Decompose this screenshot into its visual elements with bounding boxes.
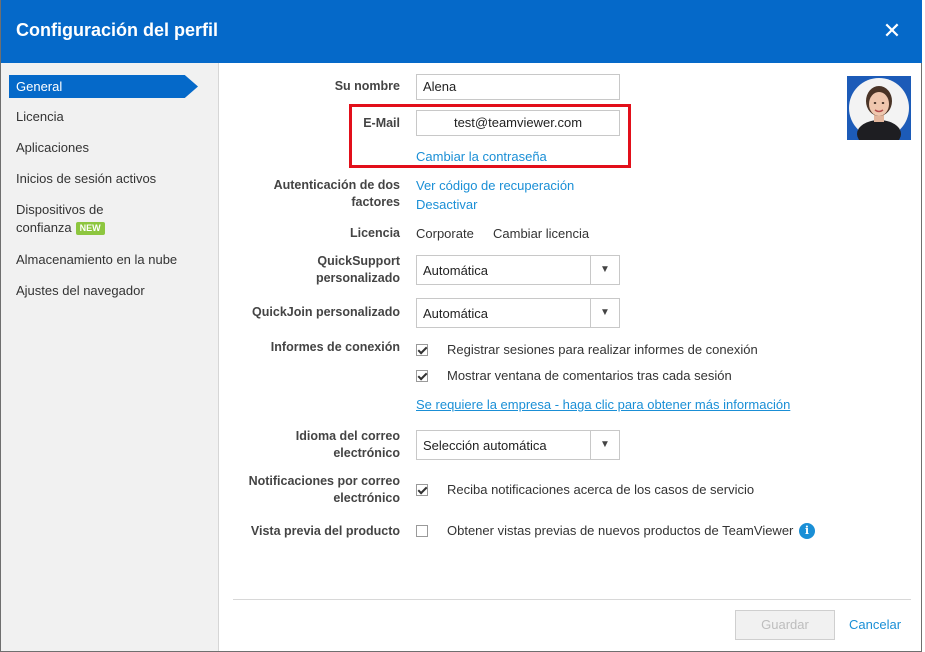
chevron-down-icon: ▼: [590, 256, 619, 284]
quickjoin-select[interactable]: Automática ▼: [416, 298, 620, 328]
register-sessions-text: Registrar sesiones para realizar informe…: [447, 342, 758, 357]
new-badge: NEW: [75, 222, 105, 235]
name-field[interactable]: Alena: [416, 74, 620, 100]
close-icon[interactable]: ✕: [881, 20, 903, 42]
sidebar-item-label: Ajustes del navegador: [16, 283, 145, 298]
email-language-label: Idioma del correo electrónico: [200, 428, 400, 462]
cancel-button[interactable]: Cancelar: [849, 617, 901, 632]
quickjoin-label: QuickJoin personalizado: [252, 305, 400, 319]
recovery-code-link[interactable]: Ver código de recuperación: [416, 178, 574, 193]
email-notifications-label-line1: Notificaciones por correo: [248, 474, 400, 488]
avatar[interactable]: [847, 76, 911, 140]
sidebar-item-active-sessions[interactable]: Inicios de sesión activos: [1, 170, 156, 188]
quicksupport-label: QuickSupport personalizado: [200, 253, 400, 287]
sidebar-item-label: Dispositivos de: [16, 202, 104, 217]
two-factor-label-line2: factores: [351, 195, 400, 209]
sidebar-item-cloud-storage[interactable]: Almacenamiento en la nube: [1, 251, 177, 269]
sidebar-item-license[interactable]: Licencia: [1, 108, 64, 126]
feedback-window-text: Mostrar ventana de comentarios tras cada…: [447, 368, 732, 383]
change-license-link[interactable]: Cambiar licencia: [493, 226, 589, 241]
sidebar: General Licencia Aplicaciones Inicios de…: [1, 63, 219, 651]
dialog-title: Configuración del perfil: [16, 20, 219, 40]
company-required-link[interactable]: Se requiere la empresa - haga clic para …: [416, 397, 790, 412]
two-factor-label-line1: Autenticación de dos: [273, 178, 400, 192]
user-photo: [847, 76, 911, 140]
sidebar-item-label: Inicios de sesión activos: [16, 171, 157, 186]
quickjoin-value: Automática: [423, 306, 489, 321]
email-language-label-line2: electrónico: [333, 446, 400, 460]
connection-reports-label: Informes de conexión: [270, 340, 400, 354]
email-notifications-label-line2: electrónico: [333, 491, 400, 505]
feedback-window-checkbox[interactable]: [416, 370, 428, 382]
sidebar-item-label: General: [16, 79, 63, 94]
profile-settings-dialog: Configuración del perfil ✕ General Licen…: [0, 0, 922, 652]
license-label: Licencia: [349, 226, 400, 240]
chevron-down-icon: ▼: [590, 431, 619, 459]
sidebar-item-browser-settings[interactable]: Ajustes del navegador: [1, 282, 145, 300]
sidebar-item-label: Aplicaciones: [16, 140, 89, 155]
email-language-value: Selección automática: [423, 438, 547, 453]
product-preview-text: Obtener vistas previas de nuevos product…: [447, 523, 794, 538]
footer-divider: [233, 599, 911, 600]
sidebar-item-applications[interactable]: Aplicaciones: [1, 139, 89, 157]
chevron-down-icon: ▼: [590, 299, 619, 327]
sidebar-item-label-cont: confianza: [16, 220, 72, 235]
service-notifications-text: Reciba notificaciones acerca de los caso…: [447, 482, 755, 497]
quicksupport-label-line1: QuickSupport: [317, 254, 400, 268]
sidebar-item-label: Almacenamiento en la nube: [16, 252, 178, 267]
register-sessions-checkbox[interactable]: [416, 344, 428, 356]
license-value: Corporate: [416, 226, 474, 241]
sidebar-item-trusted-devices[interactable]: Dispositivos de confianza NEW: [1, 201, 105, 237]
save-button[interactable]: Guardar: [735, 610, 835, 640]
email-language-label-line1: Idioma del correo: [295, 429, 400, 443]
info-icon[interactable]: i: [799, 523, 815, 539]
quicksupport-value: Automática: [423, 263, 489, 278]
title-bar: Configuración del perfil ✕: [1, 0, 922, 63]
email-notifications-label: Notificaciones por correo electrónico: [200, 473, 400, 507]
service-notifications-checkbox[interactable]: [416, 484, 428, 496]
quicksupport-select[interactable]: Automática ▼: [416, 255, 620, 285]
sidebar-item-general[interactable]: General: [9, 75, 198, 98]
email-highlight-box: [349, 104, 631, 168]
deactivate-link[interactable]: Desactivar: [416, 197, 477, 212]
product-preview-checkbox[interactable]: [416, 525, 428, 537]
sidebar-item-label: Licencia: [16, 109, 64, 124]
name-label: Su nombre: [334, 79, 400, 93]
quicksupport-label-line2: personalizado: [315, 271, 400, 285]
product-preview-label: Vista previa del producto: [250, 524, 400, 538]
email-language-select[interactable]: Selección automática ▼: [416, 430, 620, 460]
two-factor-label: Autenticación de dos factores: [200, 177, 400, 211]
